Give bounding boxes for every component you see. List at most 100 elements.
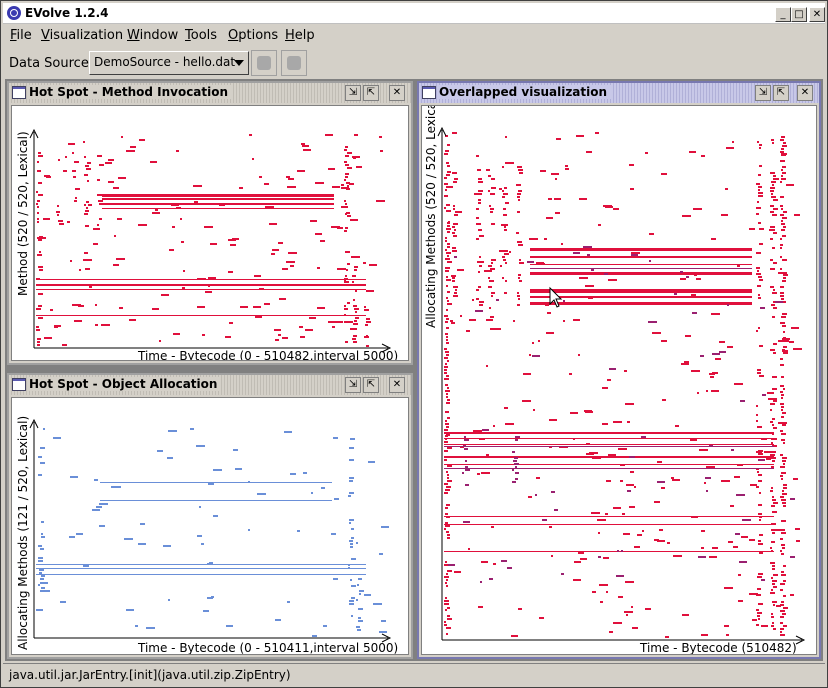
overlap-mark xyxy=(758,174,761,176)
invocation-mark xyxy=(328,168,335,170)
overlap-mark xyxy=(499,250,508,252)
overlap-mark xyxy=(518,199,520,201)
overlap-mark xyxy=(706,390,708,392)
overlap-line xyxy=(444,432,774,434)
menu-options[interactable]: Options xyxy=(228,28,278,43)
overlap-mark xyxy=(546,332,554,334)
overlap-mark xyxy=(479,301,484,303)
overlap-mark xyxy=(701,547,704,549)
overlap-mark xyxy=(446,471,448,473)
overlap-mark xyxy=(445,270,449,272)
overlap-mark xyxy=(573,319,580,321)
overlap-mixed-mark xyxy=(706,490,708,492)
invocation-mark xyxy=(50,309,53,311)
overlap-mark xyxy=(715,358,721,360)
invocation-mark xyxy=(277,284,279,286)
overlap-mark xyxy=(780,589,783,591)
overlap-mark xyxy=(781,544,785,546)
overlap-mark xyxy=(767,392,774,394)
close-button[interactable]: ✕ xyxy=(809,7,825,22)
overlap-mark xyxy=(446,432,450,434)
overlap-mark xyxy=(726,634,729,636)
close-frame-button[interactable]: ✕ xyxy=(389,377,405,393)
overlap-mark xyxy=(447,222,450,224)
invocation-mark xyxy=(38,239,42,241)
overlap-mark xyxy=(476,217,479,219)
invocation-mark xyxy=(113,264,119,266)
invocation-mark xyxy=(380,150,383,152)
overlap-mark xyxy=(528,496,532,498)
overlap-mark xyxy=(473,430,482,432)
invocation-mark xyxy=(54,325,61,327)
overlap-mark xyxy=(781,601,784,603)
overlap-mixed-line xyxy=(444,446,774,447)
overlap-mark xyxy=(773,604,775,606)
method-invocation-titlebar[interactable]: Hot Spot - Method Invocation ⇲ ⇱ ✕ xyxy=(9,83,411,103)
overlap-mark xyxy=(509,251,511,253)
overlap-mark xyxy=(447,417,450,419)
minimize-frame-button[interactable]: ⇲ xyxy=(345,377,361,393)
invocation-mark xyxy=(347,185,349,187)
invocation-mark xyxy=(317,267,320,269)
allocation-mark xyxy=(358,578,362,580)
invocation-mark xyxy=(183,270,185,272)
maximize-frame-button[interactable]: ⇱ xyxy=(773,85,789,101)
overlap-mark xyxy=(446,585,448,587)
object-allocation-titlebar[interactable]: Hot Spot - Object Allocation ⇲ ⇱ ✕ xyxy=(9,375,411,395)
overlap-mark xyxy=(757,612,762,614)
allocation-mark xyxy=(39,572,42,574)
overlap-mark xyxy=(446,426,449,428)
overlap-mark xyxy=(780,631,782,633)
close-frame-button[interactable]: ✕ xyxy=(797,85,813,101)
overlap-mark xyxy=(588,297,593,299)
object-allocation-plot[interactable]: Allocating Methods (121 / 520, Lexical) … xyxy=(11,397,409,655)
menu-visualization[interactable]: Visualization xyxy=(41,28,123,43)
minimize-button[interactable]: _ xyxy=(775,7,791,22)
minimize-frame-button[interactable]: ⇲ xyxy=(345,85,361,101)
overlap-mark xyxy=(758,513,762,515)
overlap-mark xyxy=(697,392,699,394)
menu-window[interactable]: Window xyxy=(127,28,178,43)
allocation-mark xyxy=(43,428,45,430)
maximize-frame-button[interactable]: ⇱ xyxy=(363,85,379,101)
menu-tools[interactable]: Tools xyxy=(185,28,217,43)
invocation-mark xyxy=(366,321,371,323)
overlap-mark xyxy=(781,406,784,408)
overlap-mark xyxy=(499,188,502,190)
overlap-mark xyxy=(773,262,777,264)
method-invocation-plot[interactable]: Method (520 / 520, Lexical) Time - Bytec… xyxy=(11,105,409,361)
overlapped-plot[interactable]: Allocating Methods (520 / 520, Lexical) … xyxy=(421,105,817,655)
overlap-mark xyxy=(780,139,784,141)
overlap-mark xyxy=(529,354,531,356)
close-frame-button[interactable]: ✕ xyxy=(389,85,405,101)
menu-help[interactable]: Help xyxy=(285,28,315,43)
overlap-mixed-mark xyxy=(496,299,499,301)
overlap-mark xyxy=(766,458,771,460)
invocation-mark xyxy=(352,275,356,277)
gear-tool-button[interactable] xyxy=(251,50,277,76)
overlap-mark xyxy=(782,217,787,219)
allocation-mark xyxy=(190,428,194,430)
minimize-frame-button[interactable]: ⇲ xyxy=(755,85,771,101)
overlap-mixed-line xyxy=(444,468,774,469)
overlap-mark xyxy=(503,259,506,261)
invocation-mark xyxy=(180,218,182,220)
data-source-select[interactable]: DemoSource - hello.dat xyxy=(89,51,249,75)
overlap-mark xyxy=(468,548,470,550)
overlap-mark xyxy=(451,322,455,324)
overlap-mark xyxy=(728,541,733,543)
maximize-frame-button[interactable]: ⇱ xyxy=(363,377,379,393)
overlap-mark xyxy=(505,202,509,204)
maximize-button[interactable]: □ xyxy=(791,7,807,22)
overlap-mixed-mark xyxy=(475,310,483,312)
overlapped-titlebar[interactable]: Overlapped visualization ⇲ ⇱ ✕ xyxy=(419,83,819,103)
allocation-mark xyxy=(38,584,40,586)
window-titlebar[interactable]: EVolve 1.2.4 _ □ ✕ xyxy=(3,3,825,24)
menu-file[interactable]: File xyxy=(10,28,32,43)
invocation-mark xyxy=(37,254,42,256)
overlap-mark xyxy=(667,542,670,544)
overlap-mixed-mark xyxy=(515,436,520,438)
overlap-mark xyxy=(781,229,785,231)
edit-tool-button[interactable] xyxy=(281,50,307,76)
invocation-mark xyxy=(288,178,294,180)
